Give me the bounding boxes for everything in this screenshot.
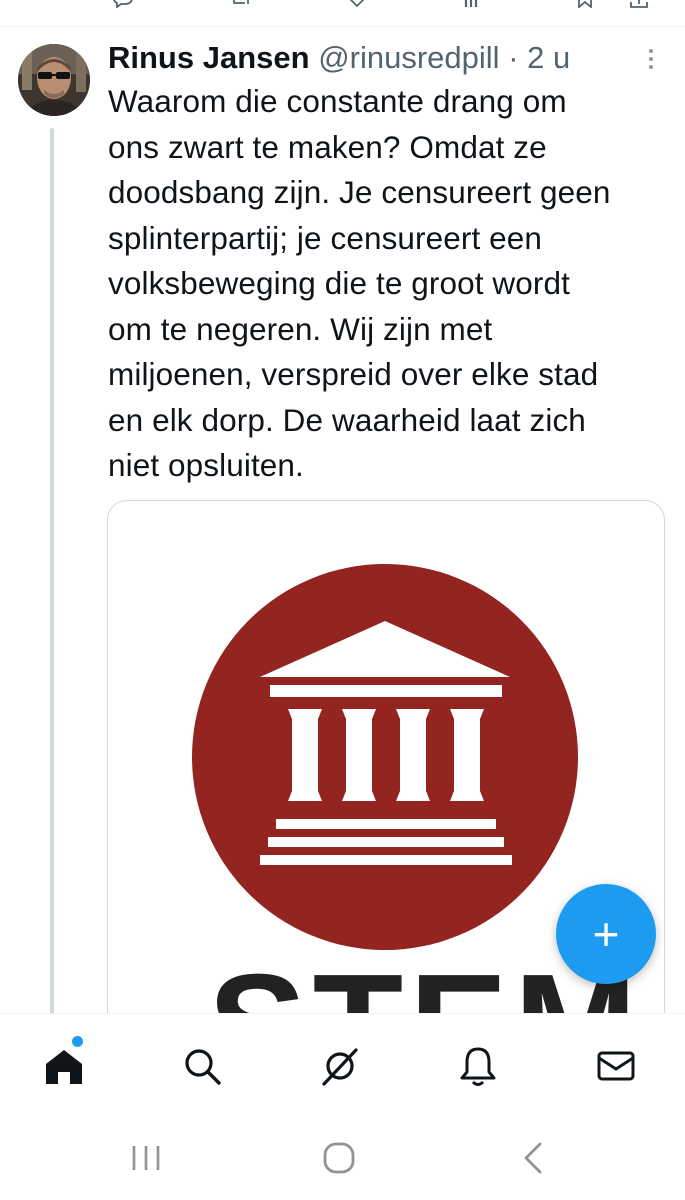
bell-icon[interactable]	[456, 1044, 500, 1088]
user-handle[interactable]: @rinusredpill	[318, 40, 499, 75]
separator-dot: ·	[508, 40, 519, 75]
thread-connector-line	[50, 128, 54, 1018]
like-icon[interactable]	[346, 0, 368, 8]
recent-apps-icon[interactable]	[126, 1138, 166, 1178]
home-icon[interactable]	[42, 1044, 86, 1088]
tweet-text-line: volksbeweging die te groot wordt	[108, 265, 570, 301]
share-icon[interactable]	[628, 0, 650, 8]
repost-icon[interactable]	[230, 0, 252, 8]
notification-dot	[72, 1036, 83, 1047]
more-vertical-icon[interactable]	[645, 46, 657, 74]
tweet-text-line: niet opsluiten.	[108, 447, 304, 483]
tweet-text-line: splinterpartij; je censureert een	[108, 219, 543, 256]
views-icon[interactable]	[462, 0, 484, 8]
avatar-photo	[18, 44, 90, 116]
search-icon[interactable]	[180, 1044, 224, 1088]
bottom-navigation	[0, 1013, 685, 1114]
mail-icon[interactable]	[594, 1044, 638, 1088]
back-icon[interactable]	[512, 1138, 552, 1178]
display-name[interactable]: Rinus Jansen	[108, 40, 310, 75]
tweet-text-line: om te negeren. Wij zijn met	[108, 310, 493, 347]
timestamp[interactable]: 2 u	[527, 40, 570, 75]
plus-icon: +	[592, 908, 620, 960]
system-navigation-bar	[0, 1114, 685, 1200]
grok-icon[interactable]	[318, 1044, 362, 1088]
compose-button[interactable]: +	[556, 884, 656, 984]
tweet-action-row-previous	[0, 0, 685, 12]
tweet-header: Rinus Jansen @rinusredpill · 2 u	[108, 38, 668, 78]
divider	[0, 26, 685, 27]
tweet-text: Waarom die constante drang om ons zwart …	[108, 79, 668, 489]
reply-icon[interactable]	[112, 0, 134, 8]
tweet-text-line: ons zwart te maken? Omdat ze	[108, 128, 547, 165]
bookmark-icon[interactable]	[574, 0, 596, 8]
tweet-text-line: en elk dorp. De waarheid laat zich	[108, 401, 586, 438]
tweet-text-line: doodsbang zijn. Je censureert geen	[108, 174, 611, 210]
home-circle-icon[interactable]	[319, 1138, 359, 1178]
tweet-text-line: Waarom die constante drang om	[108, 83, 567, 119]
avatar[interactable]	[18, 44, 90, 116]
tweet-text-line: miljoenen, verspreid over elke stad	[108, 356, 599, 392]
